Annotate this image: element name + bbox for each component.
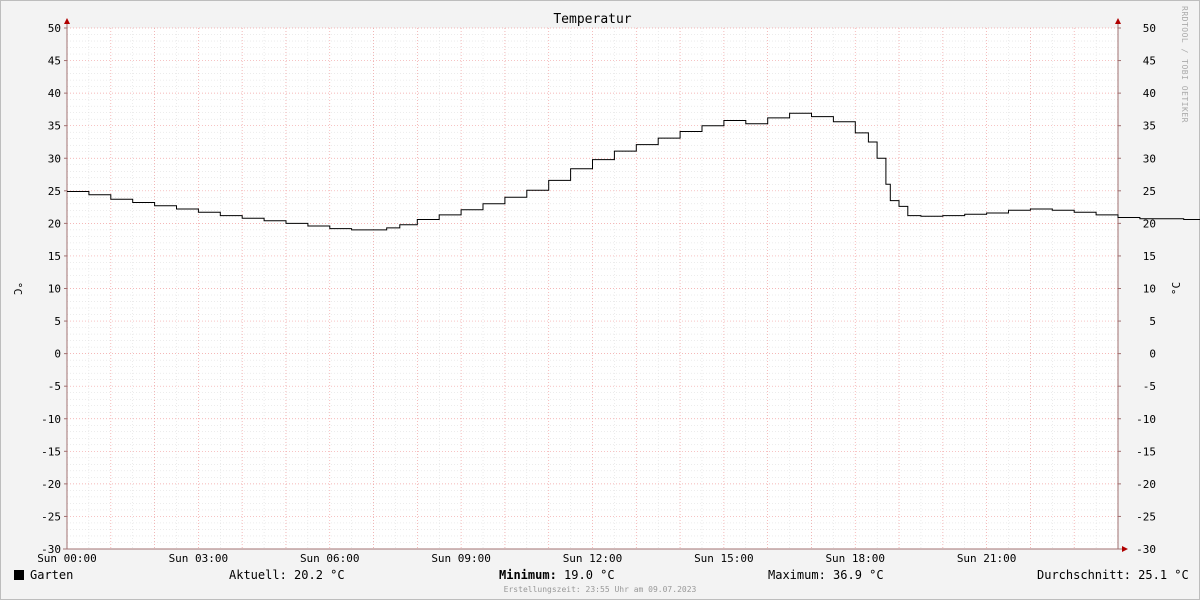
y-tick-labels-left: 50454035302520151050-5-10-15-20-25-30 bbox=[41, 22, 61, 556]
y-tick-label-left: 40 bbox=[48, 87, 61, 100]
legend-min-label: Minimum: bbox=[499, 568, 557, 582]
legend-minimum: Minimum: 19.0 °C bbox=[499, 568, 615, 582]
y-tick-label-right: 40 bbox=[1143, 87, 1156, 100]
chart-title: Temperatur bbox=[553, 12, 631, 27]
x-tick-label: Sun 18:00 bbox=[825, 552, 885, 565]
legend-average: Durchschnitt: 25.1 °C bbox=[1037, 568, 1189, 582]
y-tick-label-right: 15 bbox=[1143, 250, 1156, 263]
legend-maximum: Maximum: 36.9 °C bbox=[768, 568, 884, 582]
x-tick-label: Sun 12:00 bbox=[563, 552, 623, 565]
y-tick-label-right: -10 bbox=[1136, 413, 1156, 426]
legend-max-label: Maximum: bbox=[768, 568, 826, 582]
x-tick-labels: Sun 00:00 Sun 03:00 Sun 06:00 Sun 09:00 Sun … bbox=[37, 552, 1016, 565]
legend-series-name: Garten bbox=[30, 568, 74, 582]
y-tick-label-left: 5 bbox=[54, 315, 61, 328]
y-tick-label-left: 25 bbox=[48, 185, 61, 198]
x-tick-label: Sun 21:00 bbox=[957, 552, 1017, 565]
y-tick-label-left: 50 bbox=[48, 22, 61, 35]
y-tick-label-left: -25 bbox=[41, 510, 61, 523]
y-tick-label-left: 15 bbox=[48, 250, 61, 263]
y-tick-label-right: 30 bbox=[1143, 152, 1156, 165]
y-tick-label-right: 0 bbox=[1149, 348, 1156, 361]
y-axis-arrow-left bbox=[64, 18, 70, 24]
y-tick-label-left: -20 bbox=[41, 478, 61, 491]
x-tick-label: Sun 03:00 bbox=[169, 552, 229, 565]
y-tick-label-right: 45 bbox=[1143, 55, 1156, 68]
x-tick-label: Sun 15:00 bbox=[694, 552, 754, 565]
rrdtool-credit: RRDTOOL / TOBI OETIKER bbox=[1180, 6, 1189, 123]
y-tick-label-left: -10 bbox=[41, 413, 61, 426]
legend-min-value: 19.0 °C bbox=[564, 568, 615, 582]
legend-avg-value: 25.1 °C bbox=[1138, 568, 1189, 582]
y-tick-label-left: 10 bbox=[48, 283, 61, 296]
y-tick-label-right: 5 bbox=[1149, 315, 1156, 328]
y-tick-labels-right: 50454035302520151050-5-10-15-20-25-30 bbox=[1136, 22, 1156, 556]
legend-current-value: 20.2 °C bbox=[294, 568, 345, 582]
y-tick-label-right: 20 bbox=[1143, 217, 1156, 230]
y-axis-arrow-right bbox=[1115, 18, 1121, 24]
y-axis-label-left: °C bbox=[11, 282, 24, 295]
y-tick-label-right: 35 bbox=[1143, 120, 1156, 133]
legend-current-label: Aktuell: bbox=[229, 568, 287, 582]
y-tick-label-left: -15 bbox=[41, 445, 61, 458]
temperature-chart: 50454035302520151050-5-10-15-20-25-30 50… bbox=[11, 12, 1200, 565]
legend-max-value: 36.9 °C bbox=[833, 568, 884, 582]
legend-avg-label: Durchschnitt: bbox=[1037, 568, 1131, 582]
x-tick-label: Sun 06:00 bbox=[300, 552, 360, 565]
x-tick-label: Sun 09:00 bbox=[431, 552, 491, 565]
y-tick-label-right: -30 bbox=[1136, 543, 1156, 556]
y-tick-label-left: 45 bbox=[48, 55, 61, 68]
legend-current: Aktuell: 20.2 °C bbox=[229, 568, 345, 582]
y-tick-label-left: 35 bbox=[48, 120, 61, 133]
y-tick-label-left: 30 bbox=[48, 152, 61, 165]
y-tick-label-right: -5 bbox=[1143, 380, 1156, 393]
y-tick-label-right: 10 bbox=[1143, 283, 1156, 296]
y-tick-label-right: 25 bbox=[1143, 185, 1156, 198]
y-tick-label-right: -15 bbox=[1136, 445, 1156, 458]
creation-timestamp: Erstellungszeit: 23:55 Uhr am 09.07.2023 bbox=[503, 585, 697, 594]
y-tick-label-left: 20 bbox=[48, 217, 61, 230]
x-tick-label: Sun 00:00 bbox=[37, 552, 97, 565]
legend-swatch-garten bbox=[14, 570, 24, 580]
y-tick-label-left: -5 bbox=[48, 380, 61, 393]
y-axis-label-right: °C bbox=[1170, 282, 1183, 295]
x-axis-arrow bbox=[1122, 546, 1128, 552]
y-tick-label-right: -25 bbox=[1136, 510, 1156, 523]
y-tick-label-right: 50 bbox=[1143, 22, 1156, 35]
y-tick-label-left: 0 bbox=[54, 348, 61, 361]
y-tick-label-right: -20 bbox=[1136, 478, 1156, 491]
